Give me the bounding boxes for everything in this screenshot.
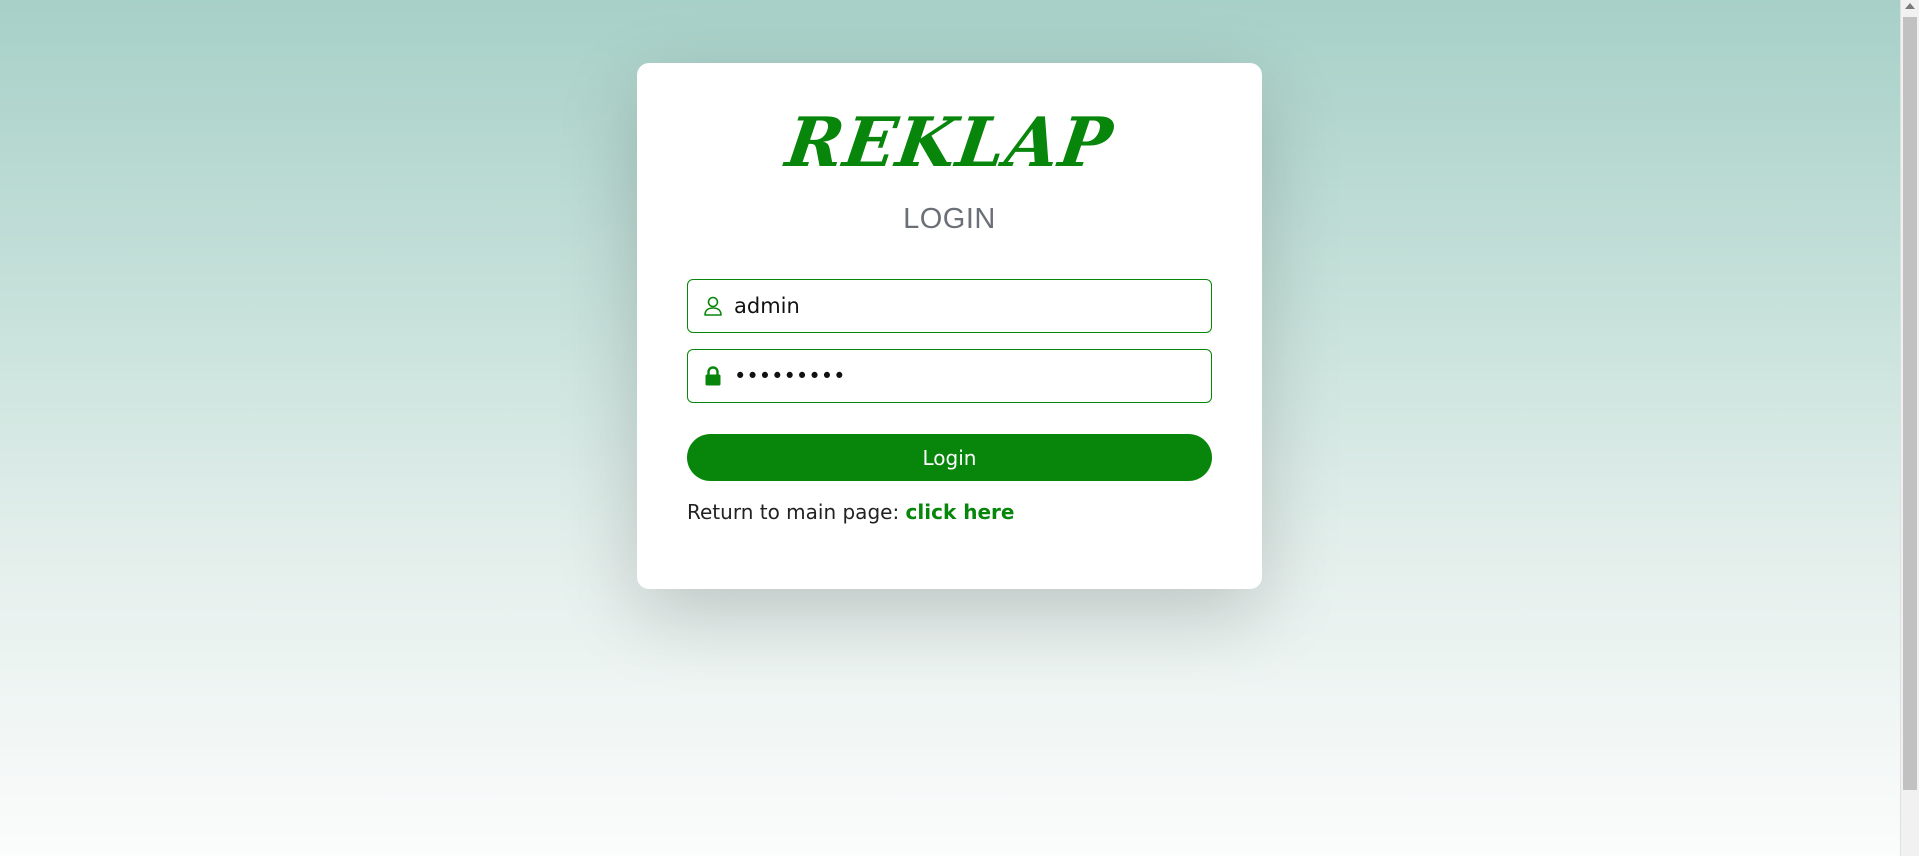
password-field[interactable]	[687, 349, 1212, 403]
login-card: REKLAP LOGIN Login Return to main page: …	[637, 63, 1262, 589]
username-input[interactable]	[734, 280, 1194, 331]
page-title: LOGIN	[903, 203, 996, 235]
vertical-scrollbar[interactable]	[1900, 0, 1919, 856]
user-icon	[702, 295, 724, 317]
scroll-up-arrow-icon[interactable]	[1905, 3, 1915, 9]
login-button[interactable]: Login	[687, 434, 1212, 481]
return-line: Return to main page: click here	[687, 500, 1014, 524]
scroll-thumb[interactable]	[1903, 17, 1917, 790]
username-field[interactable]	[687, 279, 1212, 333]
brand-logo: REKLAP	[781, 103, 1118, 183]
password-input[interactable]	[734, 350, 1194, 401]
lock-icon	[702, 365, 724, 387]
return-text: Return to main page:	[687, 500, 900, 524]
click-here-link[interactable]: click here	[906, 500, 1015, 524]
